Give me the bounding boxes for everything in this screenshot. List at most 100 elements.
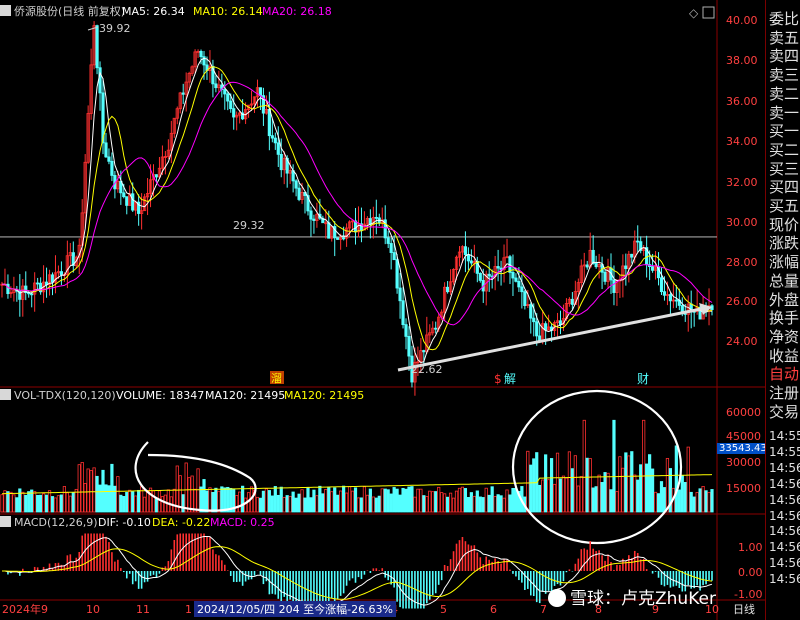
candle-body	[36, 282, 40, 285]
volume-bar	[437, 486, 441, 513]
volume-bar	[618, 456, 622, 513]
volume-bar	[312, 489, 316, 513]
candle-body	[624, 265, 628, 270]
volume-bar	[419, 488, 423, 513]
candle-body	[226, 93, 230, 102]
candle-body	[422, 350, 426, 353]
volume-bar	[211, 491, 215, 513]
volume-bar	[374, 497, 378, 513]
volume-bar	[282, 496, 286, 513]
vol-tick: 60000	[726, 406, 761, 419]
vol-icon[interactable]	[0, 389, 11, 400]
volume-bar	[564, 477, 569, 513]
volume-bar	[502, 497, 506, 513]
event-marker-2[interactable]: $	[494, 372, 502, 386]
volume-bar	[303, 497, 307, 513]
candle-body	[404, 324, 408, 337]
volume-bar	[181, 494, 185, 513]
volume-bar	[665, 458, 670, 513]
volume-bar	[552, 483, 557, 513]
volume-bar	[446, 496, 450, 513]
collapse-icon[interactable]: ◇	[689, 6, 699, 20]
candle-body	[273, 137, 277, 144]
volume-bar	[276, 494, 280, 513]
side-label-21[interactable]: 交易	[769, 401, 799, 422]
volume-bar	[630, 451, 634, 513]
volume-bar	[404, 488, 408, 513]
candle-body	[279, 153, 283, 171]
candle-body	[50, 274, 55, 283]
volume-bar	[472, 495, 476, 513]
volume-bar	[327, 486, 331, 513]
volume-bar	[398, 494, 402, 513]
price-tick: 40.00	[726, 14, 758, 27]
ma5-line	[2, 57, 713, 364]
volume-bar	[434, 491, 438, 513]
volume-bar	[362, 486, 367, 513]
macd-value: MACD: 0.25	[210, 516, 275, 529]
event-marker-3[interactable]: 解	[504, 372, 516, 386]
watermark-text: 雪球：卢克ZhuKer	[570, 589, 716, 609]
volume-bar	[142, 496, 147, 513]
volume-bar	[18, 488, 22, 513]
volume-bar	[549, 458, 554, 513]
volume-bar	[321, 493, 325, 513]
volume-bar	[157, 490, 162, 513]
candle-body	[668, 294, 673, 302]
volume-bar	[345, 492, 349, 513]
candle-body	[591, 249, 595, 264]
volume-bar	[544, 454, 548, 513]
chart-annotations: 39.92 29.32 22.62 溜 $ 解 财	[99, 22, 649, 386]
trade-time: 14:56	[769, 572, 800, 587]
volume-bar	[585, 457, 589, 513]
volume-bar	[110, 463, 114, 513]
volume-bar	[639, 464, 643, 513]
trade-time: 14:56	[769, 492, 800, 507]
candle-body	[392, 252, 396, 261]
window-toggle-icon[interactable]	[702, 6, 715, 19]
event-marker-4[interactable]: 财	[637, 372, 649, 386]
volume-bar	[597, 474, 601, 513]
volume-bar	[59, 494, 64, 513]
volume-bar	[710, 489, 714, 513]
volume-bar	[487, 494, 491, 513]
chart-canvas[interactable]: 侨源股份(日线 前复权) MA5: 26.34 MA10: 26.14 MA20…	[0, 0, 800, 620]
volume-bar	[383, 488, 387, 513]
price-tick: 38.00	[726, 54, 758, 67]
volume-bar	[74, 488, 78, 513]
volume-bar	[695, 492, 699, 513]
watermark: 雪球：卢克ZhuKer	[548, 584, 716, 609]
volume-bar	[9, 491, 13, 513]
volume-bar	[6, 491, 10, 513]
volume-bar	[77, 464, 81, 513]
volume-bar	[395, 488, 399, 513]
chart-icon[interactable]	[0, 5, 11, 16]
candle-body	[154, 174, 159, 178]
candle-body	[270, 135, 274, 139]
volume-bar	[359, 497, 364, 513]
volume-bar	[443, 493, 447, 513]
volume-bar	[187, 477, 191, 513]
candle-body	[529, 304, 533, 319]
macd-header: MACD(12,26,9) DIF: -0.10 DEA: -0.22 MACD…	[0, 516, 275, 529]
candle-body	[267, 109, 271, 137]
candle-body	[517, 280, 521, 288]
candle-body	[258, 87, 263, 97]
macd-icon[interactable]	[0, 516, 11, 527]
volume-bar	[567, 451, 572, 513]
candle-body	[674, 299, 678, 302]
candle-body	[107, 156, 111, 162]
candle-body	[131, 193, 135, 211]
volume-bar	[238, 491, 242, 513]
candle-body	[535, 321, 539, 337]
candle-body	[395, 259, 399, 289]
ma10-label: MA10: 26.14	[193, 5, 263, 18]
date-tick: 2024年9	[2, 602, 48, 616]
period-label[interactable]: 日线	[733, 602, 755, 616]
trade-time: 14:56	[769, 556, 800, 571]
candle-body	[446, 286, 450, 293]
candle-body	[110, 160, 114, 176]
volume-bar	[0, 494, 4, 513]
vol-ma120: MA120: 21495	[205, 389, 285, 402]
volume-bar	[627, 455, 631, 513]
